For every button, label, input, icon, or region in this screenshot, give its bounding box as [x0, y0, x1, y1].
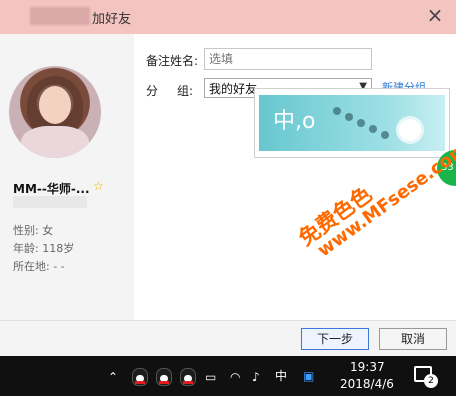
title-bar: 加好友 ×	[0, 0, 456, 34]
qq-icon[interactable]	[132, 368, 148, 386]
qq-icon[interactable]	[180, 368, 196, 386]
bead-icon	[357, 119, 365, 127]
chevron-up-icon[interactable]: ⌃	[108, 370, 118, 384]
clock-time[interactable]: 19:37	[350, 360, 385, 374]
remark-label: 备注姓名:	[146, 54, 199, 68]
avatar	[9, 66, 101, 158]
group-label-2: 组:	[177, 84, 194, 98]
input-method-indicator[interactable]: 中	[275, 369, 287, 383]
clock-date[interactable]: 2018/4/6	[340, 377, 394, 391]
profile-gender: 性别: 女	[13, 224, 54, 237]
profile-age: 年龄: 118岁	[13, 242, 75, 255]
windows-security-icon[interactable]: ▣	[303, 369, 314, 383]
profile-subline-blur	[13, 196, 87, 208]
profile-location: 所在地: - -	[13, 260, 65, 273]
star-icon: ☆	[93, 179, 104, 193]
close-icon[interactable]: ×	[424, 4, 446, 26]
volume-icon[interactable]: ♪	[252, 370, 260, 384]
notification-count: 2	[424, 374, 438, 388]
bead-icon	[345, 113, 353, 121]
avatar-body-shape	[21, 126, 89, 158]
battery-icon[interactable]: ▭	[205, 370, 216, 384]
next-button[interactable]: 下一步	[301, 328, 369, 350]
banner-text: 中,o	[273, 109, 316, 134]
title-blur-mask	[30, 7, 90, 25]
profile-name: MM--华师-...	[13, 182, 90, 196]
bead-icon	[369, 125, 377, 133]
remark-input[interactable]	[204, 48, 372, 70]
window-title: 加好友	[92, 12, 132, 27]
cancel-button[interactable]: 取消	[379, 328, 447, 350]
bead-icon	[381, 131, 389, 139]
qq-icon[interactable]	[156, 368, 172, 386]
group-label-1: 分	[146, 84, 159, 98]
group-select-value: 我的好友	[209, 82, 258, 96]
avatar-face-shape	[39, 86, 71, 124]
bead-icon	[333, 107, 341, 115]
wifi-icon[interactable]: ◠	[230, 370, 240, 384]
